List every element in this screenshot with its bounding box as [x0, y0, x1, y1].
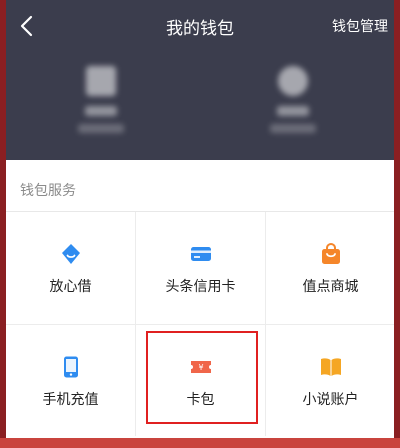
loan-icon [61, 244, 80, 264]
top-bar: 我的钱包 钱包管理 [0, 0, 400, 52]
credit-card-icon [190, 247, 211, 261]
svg-text:¥: ¥ [198, 363, 203, 372]
phone-icon [63, 356, 78, 378]
service-card-wallet[interactable]: ¥ 卡包 [136, 325, 265, 437]
coin-asset[interactable] [248, 66, 338, 133]
service-label: 小说账户 [302, 392, 359, 408]
wallet-services-panel: 钱包服务 放心借 头条信用卡 值点商城 手机充值 ¥ 卡包 小说账户 [6, 160, 394, 448]
shopping-bag-icon [321, 242, 340, 264]
coin-icon [278, 66, 308, 96]
service-label: 手机充值 [42, 392, 99, 408]
envelope-icon [86, 66, 116, 96]
section-title: 钱包服务 [20, 183, 76, 199]
service-credit-card[interactable]: 头条信用卡 [136, 212, 265, 324]
service-loan[interactable]: 放心借 [6, 212, 135, 324]
asset-value-blurred [78, 124, 124, 133]
service-phone-topup[interactable]: 手机充值 [6, 325, 135, 437]
asset-value-blurred [270, 124, 316, 133]
wallet-header: 我的钱包 钱包管理 [0, 0, 400, 160]
red-packet-asset[interactable] [56, 66, 146, 133]
service-novel-account[interactable]: 小说账户 [266, 325, 395, 437]
frame-edge [394, 0, 400, 448]
asset-label-blurred [85, 106, 117, 116]
coupon-icon: ¥ [190, 361, 211, 373]
service-label: 放心借 [49, 279, 92, 295]
service-label: 卡包 [186, 392, 215, 408]
wallet-manage-link[interactable]: 钱包管理 [332, 16, 388, 36]
service-mall[interactable]: 值点商城 [266, 212, 395, 324]
bottom-edge [0, 438, 400, 448]
asset-label-blurred [277, 106, 309, 116]
service-label: 值点商城 [302, 279, 359, 295]
book-icon [320, 358, 341, 376]
frame-edge [0, 0, 6, 448]
service-label: 头条信用卡 [165, 279, 236, 295]
